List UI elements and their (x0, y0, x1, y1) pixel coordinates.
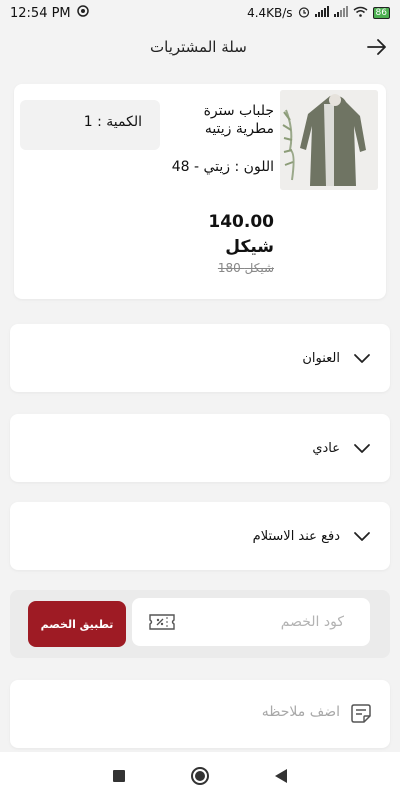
note-placeholder: اضف ملاحظه (261, 704, 340, 720)
back-icon[interactable] (275, 769, 287, 783)
ticket-icon (148, 612, 176, 632)
address-label: العنوان (302, 350, 340, 366)
chevron-down-icon[interactable] (352, 348, 372, 368)
apply-discount-button[interactable]: تطبيق الخصم (28, 601, 126, 647)
product-price: 140.00 شيكل (208, 212, 274, 257)
product-image[interactable] (280, 90, 378, 190)
arrow-right-icon[interactable] (366, 36, 388, 58)
product-name: جلباب سترة مطرية زيتيه (203, 103, 274, 137)
payment-label: دفع عند الاستلام (252, 528, 340, 544)
shipping-section[interactable]: عادي (10, 414, 390, 482)
chevron-down-icon[interactable] (352, 526, 372, 546)
chevron-down-icon[interactable] (352, 438, 372, 458)
status-time: 12:54 PM (10, 5, 71, 21)
system-nav-bar (0, 752, 400, 800)
sync-icon (76, 5, 89, 21)
payment-section[interactable]: دفع عند الاستلام (10, 502, 390, 570)
quantity-box[interactable]: الكمية : 1 (20, 100, 160, 150)
page-title: سلة المشتريات (150, 38, 247, 56)
quantity-label: الكمية : 1 (83, 114, 142, 130)
alarm-icon (298, 6, 310, 21)
wifi-icon (353, 6, 368, 20)
battery-icon: 86 (372, 7, 390, 19)
network-speed: 4.4KB/s (247, 6, 293, 20)
home-icon[interactable] (191, 767, 209, 785)
signal-icon (314, 6, 329, 20)
discount-section: تطبيق الخصم (10, 590, 390, 658)
cart-item-card: جلباب سترة مطرية زيتيه اللون : زيتي - 48… (14, 84, 386, 299)
signal-icon-2 (333, 6, 348, 20)
product-old-price: 180 شيكل (217, 261, 274, 275)
recent-apps-icon[interactable] (113, 770, 125, 782)
app-header: سلة المشتريات (0, 26, 400, 68)
shipping-label: عادي (312, 440, 340, 456)
note-icon (350, 702, 372, 724)
status-left: 12:54 PM (10, 5, 89, 21)
status-bar: 12:54 PM 4.4KB/s 86 (0, 0, 400, 26)
note-section[interactable]: اضف ملاحظه (10, 680, 390, 748)
address-section[interactable]: العنوان (10, 324, 390, 392)
status-right: 4.4KB/s 86 (247, 6, 390, 21)
product-color-size: اللون : زيتي - 48 (171, 159, 274, 175)
